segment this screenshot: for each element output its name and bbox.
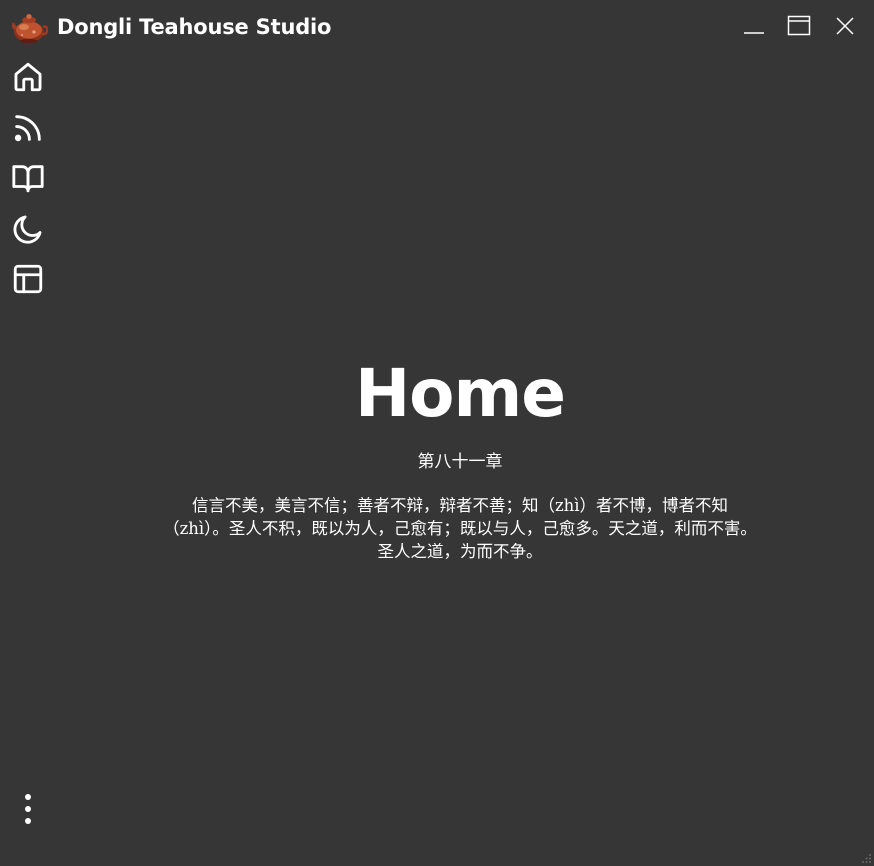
- sidebar-item-theme[interactable]: [8, 209, 48, 249]
- rss-icon: [11, 111, 45, 145]
- app-window: Dongli Teahouse Studio Home 第八十一章 信言不美，美…: [0, 0, 874, 866]
- maximize-icon: [787, 15, 811, 37]
- sidebar-item-layout[interactable]: [8, 259, 48, 299]
- more-vertical-icon: [23, 793, 33, 825]
- teapot-logo-icon: [10, 11, 48, 45]
- resize-grip-icon[interactable]: [860, 852, 872, 864]
- close-button[interactable]: [828, 10, 862, 42]
- chapter-text: 信言不美，美言不信；善者不辩，辩者不善；知（zhì）者不博，博者不知（zhì）。…: [163, 496, 757, 561]
- sidebar: [0, 54, 56, 866]
- sidebar-item-home[interactable]: [8, 57, 48, 97]
- book-open-icon: [10, 161, 46, 195]
- title-bar[interactable]: Dongli Teahouse Studio: [0, 0, 874, 54]
- layout-icon: [11, 262, 45, 296]
- minimize-icon: [743, 15, 765, 37]
- chapter-title: 第八十一章: [417, 452, 503, 472]
- app-title: Dongli Teahouse Studio: [57, 15, 332, 39]
- sidebar-item-reading[interactable]: [8, 158, 48, 198]
- maximize-button[interactable]: [782, 10, 816, 42]
- more-menu-button[interactable]: [8, 789, 48, 829]
- moon-icon: [11, 212, 45, 246]
- home-icon: [11, 60, 45, 94]
- close-icon: [835, 16, 855, 36]
- main-content: Home 第八十一章 信言不美，美言不信；善者不辩，辩者不善；知（zhì）者不博…: [56, 54, 864, 854]
- sidebar-item-feed[interactable]: [8, 108, 48, 148]
- minimize-button[interactable]: [737, 10, 771, 42]
- page-title: Home: [354, 355, 566, 432]
